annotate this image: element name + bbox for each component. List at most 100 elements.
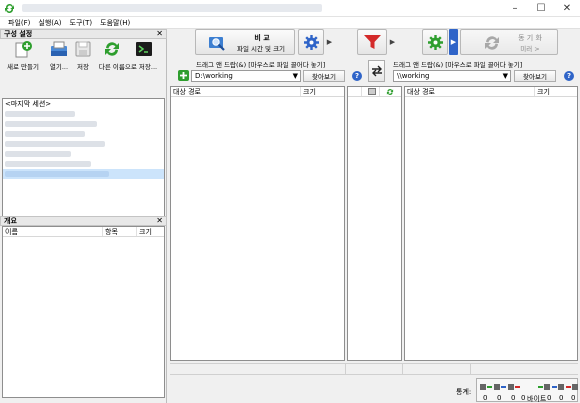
right-browse-button[interactable]: 찾아보기 [514,70,556,82]
main-toolbar: 비 교 파일 시간 및 크기 ▶ ▶ ▶ 동 기 화 미러 > [170,29,580,57]
save-as-config-button[interactable]: 다른 이름으로 저장... [94,39,162,73]
sync-settings-button[interactable] [422,29,448,55]
swap-sides-button[interactable] [368,60,385,82]
left-help-icon[interactable]: ? [352,71,362,81]
left-file-grid[interactable]: 대상 경로 크기 [170,86,345,361]
compare-icon [209,37,225,51]
list-item-selected[interactable] [3,169,164,179]
right-grid-header: 대상 경로 크기 [405,87,577,97]
menu-help[interactable]: 도움말(H) [96,18,134,28]
sync-button[interactable]: 동 기 화 미러 > [460,29,558,55]
gear-green-icon [428,35,443,50]
maximize-button[interactable]: ☐ [528,0,554,17]
left-path-value: D:\working [195,72,233,80]
status-divider [470,364,471,374]
details-header: 개요 ✕ [0,216,167,226]
compare-button[interactable]: 비 교 파일 시간 및 크기 [195,29,295,55]
stat-bytes-value: 0 [521,394,526,402]
window-title-blurred [22,4,322,12]
open-config-label: 열기... [49,63,69,71]
list-item[interactable]: <마지막 세션> [3,99,164,109]
filter-icon [364,35,381,49]
list-item-blurred[interactable] [3,149,164,159]
details-table[interactable]: 이름 항목 크기 [2,226,165,398]
middle-col-action[interactable] [380,87,398,96]
middle-col-category[interactable] [362,87,380,96]
left-path-input[interactable]: D:\working ▼ [191,70,301,82]
save-config-button[interactable]: 저장 [72,39,94,73]
swap-arrows-icon [371,65,382,77]
right-help-icon[interactable]: ? [564,71,574,81]
list-item-blurred[interactable] [3,119,164,129]
list-item-blurred[interactable] [3,129,164,139]
filter-button[interactable] [357,29,387,55]
menu-file[interactable]: 파일(F) [4,18,34,28]
left-grid-header: 대상 경로 크기 [171,87,344,97]
right-file-grid[interactable]: 대상 경로 크기 [404,86,578,361]
compare-dropdown-icon[interactable]: ▶ [325,29,334,55]
minimize-button[interactable]: – [502,0,528,17]
open-icon [51,41,67,56]
stat-create-left: 0 [483,394,488,402]
sync-subtitle: 미러 > [520,45,540,53]
col-name[interactable]: 이름 [3,227,103,236]
stat-delete-right: 0 [571,394,576,402]
right-drag-hint: 드래그 앤 드랍(&) [마우스로 파일 끌어다 놓기] [393,61,523,69]
stats-box: 0 0 0 0 바이트 0 0 0 [476,378,578,403]
status-bar [170,363,578,375]
list-item-blurred[interactable] [3,159,164,169]
details-close-icon[interactable]: ✕ [156,216,163,225]
sync-dropdown-icon[interactable]: ▶ [449,29,458,55]
sync-title: 동 기 화 [518,34,542,42]
last-session-item: <마지막 세션> [5,100,52,108]
config-close-icon[interactable]: ✕ [156,29,163,38]
list-item-blurred[interactable] [3,109,164,119]
right-path-dropdown-icon[interactable]: ▼ [503,72,508,80]
close-button[interactable]: ✕ [554,0,580,17]
right-col-path[interactable]: 대상 경로 [405,87,535,96]
menu-run[interactable]: 실행(A) [34,18,65,28]
stat-update-left: 0 [497,394,502,402]
add-folder-pair-icon[interactable] [178,70,189,81]
create-right-icon [538,384,550,390]
details-header-title: 개요 [4,217,17,225]
config-header-title: 구성 설정 [4,30,33,38]
save-icon [75,41,91,57]
save-as-icon [105,42,119,56]
middle-col-checkbox[interactable] [348,87,362,96]
save-config-label: 저장 [77,63,89,71]
update-left-icon [494,384,506,390]
stat-delete-left: 0 [511,394,516,402]
right-path-value: \\working [397,72,430,80]
compare-title: 비 교 [254,34,270,42]
left-path-dropdown-icon[interactable]: ▼ [293,72,298,80]
save-as-config-label: 다른 이름으로 저장... [98,63,158,71]
left-col-size[interactable]: 크기 [301,87,344,96]
config-header: 구성 설정 ✕ [0,29,167,39]
delete-left-icon [508,384,520,390]
list-item-blurred[interactable] [3,139,164,149]
menu-bar: 파일(F) 실행(A) 도구(T) 도움말(H) [0,17,580,29]
new-config-button[interactable]: 새로 만들기 [6,39,40,73]
col-items[interactable]: 항목 [103,227,137,236]
stat-create-right: 0 [547,394,552,402]
filter-dropdown-icon[interactable]: ▶ [388,29,397,55]
menu-tools[interactable]: 도구(T) [66,18,97,28]
left-browse-button[interactable]: 찾아보기 [303,70,345,82]
left-col-path[interactable]: 대상 경로 [171,87,301,96]
update-right-icon [552,384,564,390]
stat-bytes-label: 바이트 [527,395,547,403]
category-icon [367,88,376,95]
right-col-size[interactable]: 크기 [535,87,577,96]
statistics-panel: 통계: 0 0 0 0 바이트 0 0 0 [404,376,580,403]
compare-settings-button[interactable] [298,29,324,55]
middle-action-grid[interactable] [347,86,402,361]
status-divider [345,364,346,374]
left-drag-hint: 드래그 앤 드랍(&) [마우스로 파일 끌어다 놓기] [196,61,326,69]
open-config-button[interactable]: 열기... [44,39,74,73]
details-column-header: 이름 항목 크기 [3,227,164,237]
config-panel: 구성 설정 ✕ 새로 만들기 열기... 저장 다른 이름으로 저장... <마… [0,29,167,403]
col-size[interactable]: 크기 [137,227,164,236]
right-path-input[interactable]: \\working ▼ [393,70,511,82]
status-divider [402,364,403,374]
